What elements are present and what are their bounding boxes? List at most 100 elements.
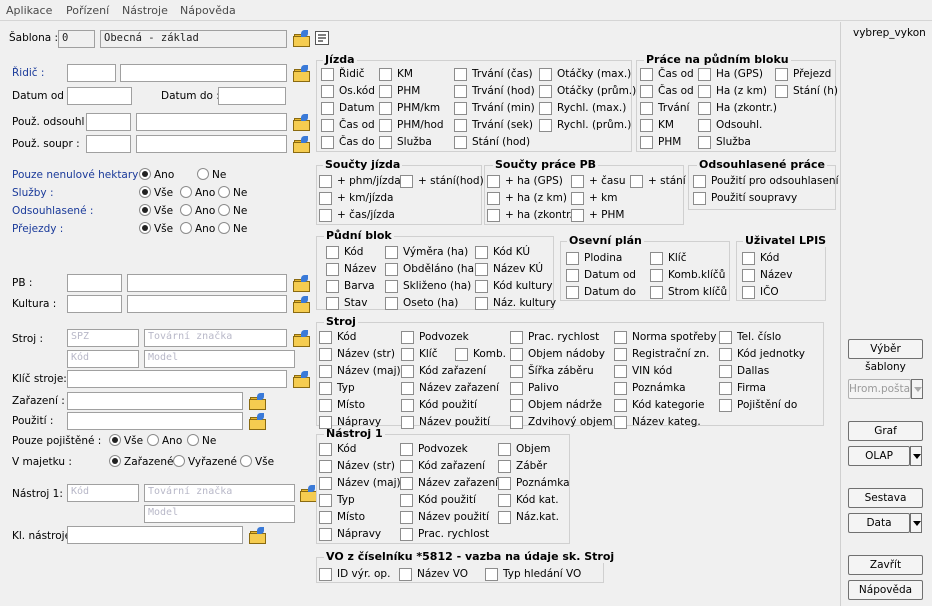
- prace-checkbox-6[interactable]: [640, 102, 653, 115]
- pudni_blok-checkbox-4[interactable]: [385, 263, 398, 276]
- used-remover-name-input[interactable]: [136, 113, 287, 131]
- jizda-checkbox-7[interactable]: [539, 85, 552, 98]
- vo-checkbox-2[interactable]: [485, 568, 498, 581]
- osevni-checkbox-2[interactable]: [566, 269, 579, 282]
- stroj-checkbox-15[interactable]: [719, 365, 732, 378]
- stroj-checkbox-20[interactable]: [719, 382, 732, 395]
- insured-no-radio[interactable]: [187, 434, 199, 446]
- stroj-checkbox-19[interactable]: [614, 382, 627, 395]
- graph-button[interactable]: Graf: [848, 421, 923, 441]
- jizda-checkbox-5[interactable]: [379, 85, 392, 98]
- driver-folder-icon[interactable]: [293, 65, 310, 82]
- pudni_blok-checkbox-6[interactable]: [326, 280, 339, 293]
- osevni-checkbox-0[interactable]: [566, 252, 579, 265]
- select-template-button[interactable]: Výběr šablony: [848, 339, 923, 373]
- prace-checkbox-2[interactable]: [775, 68, 788, 81]
- osevni-checkbox-3[interactable]: [650, 269, 663, 282]
- stroj-checkbox-17[interactable]: [401, 382, 414, 395]
- machine-code-input[interactable]: Kód: [67, 350, 139, 368]
- jizda-checkbox-2[interactable]: [454, 68, 467, 81]
- jizda-checkbox-17[interactable]: [379, 136, 392, 149]
- prace-checkbox-0[interactable]: [640, 68, 653, 81]
- services-all-radio[interactable]: [139, 186, 151, 198]
- prace-checkbox-1[interactable]: [698, 68, 711, 81]
- jizda-checkbox-6[interactable]: [454, 85, 467, 98]
- stroj-checkbox-23[interactable]: [510, 399, 523, 412]
- nastroj-checkbox-4[interactable]: [400, 460, 413, 473]
- tool-key-folder-icon[interactable]: [249, 527, 266, 544]
- stroj-checkbox-4[interactable]: [719, 331, 732, 344]
- stroj-checkbox-16[interactable]: [319, 382, 332, 395]
- stroj-checkbox-0[interactable]: [319, 331, 332, 344]
- soucty_jizda-checkbox-0[interactable]: [319, 175, 332, 188]
- culture-name-input[interactable]: [127, 295, 287, 313]
- nastroj-checkbox-14[interactable]: [498, 511, 511, 524]
- jizda-checkbox-13[interactable]: [379, 119, 392, 132]
- nonzero-yes-radio[interactable]: [139, 168, 151, 180]
- tool-model-input[interactable]: Model: [144, 505, 295, 523]
- nastroj-checkbox-3[interactable]: [319, 460, 332, 473]
- nastroj-checkbox-15[interactable]: [319, 528, 332, 541]
- help-button[interactable]: Nápověda: [848, 580, 923, 600]
- pudni_blok-checkbox-0[interactable]: [326, 246, 339, 259]
- owned-removed-radio[interactable]: [173, 455, 185, 467]
- jizda-checkbox-11[interactable]: [539, 102, 552, 115]
- machine-folder-icon[interactable]: [293, 330, 310, 347]
- nastroj-checkbox-16[interactable]: [400, 528, 413, 541]
- tool-key-input[interactable]: [67, 526, 243, 544]
- jizda-checkbox-1[interactable]: [379, 68, 392, 81]
- pudni_blok-checkbox-5[interactable]: [475, 263, 488, 276]
- jizda-checkbox-9[interactable]: [379, 102, 392, 115]
- pudni_blok-checkbox-8[interactable]: [475, 280, 488, 293]
- nastroj-checkbox-12[interactable]: [319, 511, 332, 524]
- assignment-input[interactable]: [67, 392, 243, 410]
- services-yes-radio[interactable]: [180, 186, 192, 198]
- machine-key-input[interactable]: [67, 370, 287, 388]
- odsouhlasene-checkbox-0[interactable]: [693, 175, 706, 188]
- jizda-checkbox-16[interactable]: [321, 136, 334, 149]
- stroj-checkbox-10[interactable]: [719, 348, 732, 361]
- prace-checkbox-8[interactable]: [640, 119, 653, 132]
- pudni_blok-checkbox-9[interactable]: [326, 297, 339, 310]
- prace-checkbox-11[interactable]: [698, 136, 711, 149]
- pb-name-input[interactable]: [127, 274, 287, 292]
- prace-checkbox-3[interactable]: [640, 85, 653, 98]
- stroj-checkbox-13[interactable]: [510, 365, 523, 378]
- prace-checkbox-9[interactable]: [698, 119, 711, 132]
- nastroj-checkbox-2[interactable]: [498, 443, 511, 456]
- lpis-checkbox-0[interactable]: [742, 252, 755, 265]
- stroj-checkbox-1[interactable]: [401, 331, 414, 344]
- culture-folder-icon[interactable]: [293, 296, 310, 313]
- stroj-checkbox-18[interactable]: [510, 382, 523, 395]
- stroj-checkbox-2[interactable]: [510, 331, 523, 344]
- soucty_jizda-checkbox-1[interactable]: [400, 175, 413, 188]
- soucty_pb-checkbox-6[interactable]: [571, 209, 584, 222]
- soucty_jizda-checkbox-2[interactable]: [319, 192, 332, 205]
- stroj-checkbox-5[interactable]: [319, 348, 332, 361]
- bulk-mail-dropdown-icon[interactable]: [911, 379, 923, 399]
- owned-all-radio[interactable]: [240, 455, 252, 467]
- crossings-yes-radio[interactable]: [180, 222, 192, 234]
- stroj-checkbox-29[interactable]: [614, 416, 627, 429]
- data-dropdown-icon[interactable]: [910, 513, 922, 533]
- menu-nastroje[interactable]: Nástroje: [122, 4, 168, 17]
- driver-name-input[interactable]: [120, 64, 287, 82]
- stroj-checkbox-7[interactable]: [455, 348, 468, 361]
- stroj-checkbox-21[interactable]: [319, 399, 332, 412]
- machine-brand-input[interactable]: Tovární značka: [144, 329, 287, 347]
- jizda-checkbox-3[interactable]: [539, 68, 552, 81]
- jizda-checkbox-12[interactable]: [321, 119, 334, 132]
- nastroj-checkbox-8[interactable]: [498, 477, 511, 490]
- osevni-checkbox-4[interactable]: [566, 286, 579, 299]
- osevni-checkbox-1[interactable]: [650, 252, 663, 265]
- vo-checkbox-0[interactable]: [319, 568, 332, 581]
- menu-napoveda[interactable]: Nápověda: [180, 4, 236, 17]
- used-remover-folder-icon[interactable]: [293, 114, 310, 131]
- nastroj-checkbox-7[interactable]: [400, 477, 413, 490]
- nonzero-no-radio[interactable]: [197, 168, 209, 180]
- stroj-checkbox-22[interactable]: [401, 399, 414, 412]
- prace-checkbox-10[interactable]: [640, 136, 653, 149]
- nastroj-checkbox-13[interactable]: [400, 511, 413, 524]
- pudni_blok-checkbox-3[interactable]: [326, 263, 339, 276]
- tool-folder-icon[interactable]: [300, 485, 317, 502]
